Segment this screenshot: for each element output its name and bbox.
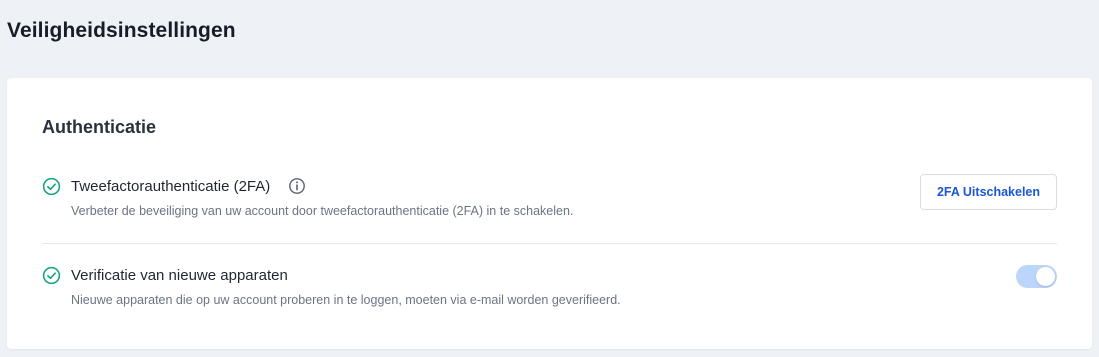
section-title: Authenticatie [42,117,157,137]
setting-row-device-verification: Verificatie van nieuwe apparaten Nieuwe … [42,265,1057,325]
toggle-knob [1036,267,1055,286]
check-circle-icon [42,266,61,285]
setting-row-2fa: Tweefactorauthenticatie (2FA) Verbeter d… [42,174,1057,244]
settings-card: Authenticatie Tweefactorauthenticatie (2… [7,78,1092,349]
setting-description-2fa: Verbeter de beveiliging van uw account d… [71,204,574,218]
disable-2fa-button[interactable]: 2FA Uitschakelen [920,174,1057,210]
setting-title-device-verification: Verificatie van nieuwe apparaten [71,267,288,284]
info-circle-icon[interactable] [288,177,306,195]
device-verification-toggle[interactable] [1016,265,1057,288]
page-title: Veiligheidsinstellingen [7,19,236,42]
check-circle-icon [42,177,61,196]
setting-title-2fa: Tweefactorauthenticatie (2FA) [71,178,271,195]
setting-description-device-verification: Nieuwe apparaten die op uw account probe… [71,293,621,307]
